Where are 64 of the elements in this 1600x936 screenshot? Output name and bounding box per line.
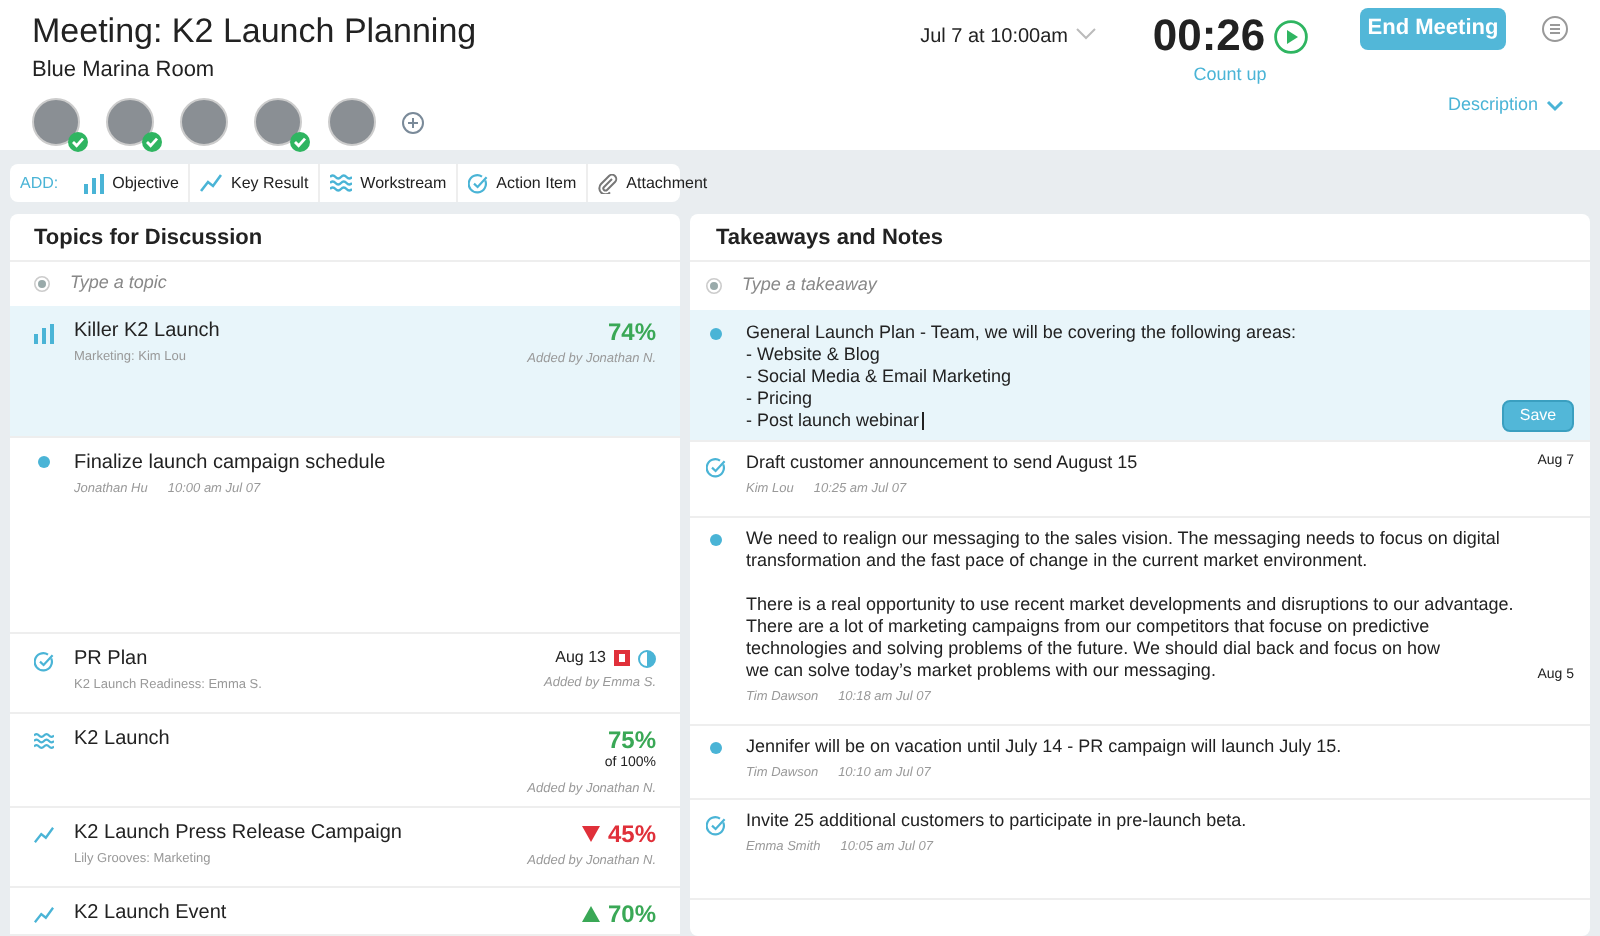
flag-square-icon [614, 650, 630, 666]
play-icon[interactable] [1273, 19, 1308, 53]
paperclip-icon [598, 173, 619, 193]
check-circle-icon [468, 173, 489, 193]
note-editor[interactable]: General Launch Plan - Team, we will be covering the following areas: - Website & Blog - Social Media & Email Marketing - Pricing - Post launch webinar [746, 322, 1482, 432]
toolbar-button[interactable]: Workstream [320, 164, 459, 202]
check-circle-icon [34, 652, 54, 672]
topic-title: K2 Launch Press Release Campaign [74, 820, 404, 846]
toolbar-button[interactable]: Objective [74, 164, 191, 202]
trend-line-icon [34, 826, 54, 844]
avatar[interactable] [254, 98, 302, 146]
toolbar-label: ADD: [20, 171, 59, 195]
up-triangle-icon [581, 906, 600, 922]
topic-title: Killer K2 Launch [74, 318, 222, 344]
dot-icon [710, 328, 722, 340]
avatar[interactable] [106, 98, 154, 146]
chevron-down-icon[interactable] [1076, 28, 1096, 40]
avatar[interactable] [32, 98, 80, 146]
check-circle-icon [706, 458, 726, 478]
progress-percent: 45% [581, 820, 656, 848]
room-name: Blue Marina Room [32, 56, 217, 84]
panel-title: Takeaways and Notes [690, 214, 1590, 262]
due-date: Aug 13 [555, 646, 606, 670]
note-row[interactable]: General Launch Plan - Team, we will be covering the following areas: - Website & Blog - Social Media & Email Marketing - Pricing - Post launch webinar Save [690, 310, 1590, 442]
check-circle-icon [706, 816, 726, 837]
avatar[interactable] [180, 98, 228, 146]
toolbar-button[interactable]: Key Result [190, 164, 321, 202]
timer-display: 00:26 [1152, 10, 1266, 62]
bar-chart-icon [34, 324, 54, 344]
progress-percent: 74% [607, 318, 656, 346]
dot-icon [38, 456, 50, 468]
radio-dot-icon [34, 276, 50, 292]
avatar[interactable] [328, 98, 376, 146]
topic-input[interactable]: Type a topic [70, 270, 656, 298]
toolbar-button[interactable]: Attachment [588, 164, 718, 202]
timer-mode: Count up [1193, 62, 1267, 88]
toolbar-button[interactable]: Action Item [458, 164, 589, 202]
takeaway-input[interactable]: Type a takeaway [742, 272, 1574, 300]
waves-icon [330, 174, 353, 192]
bar-chart-icon [84, 173, 105, 193]
trend-line-icon [34, 906, 54, 924]
topic-title: Finalize launch campaign schedule [74, 450, 388, 476]
note-text: Jennifer will be on vacation until July 14 - PR campaign will launch July 15. [746, 735, 1344, 757]
note-text: We need to realign our messaging to the sales vision. The messaging needs to focus on digital transformation and the fast pace of change in the current market environment. There is a real opportunity to use recent market developments and disruptions to our advantage. There are a lot of marketing campaigns from our competitors that focuse on predictive technologies and solving problems of the future. We should dial back and focus on how we can solve today’s market problems with our messaging. [746, 527, 1516, 682]
topic-title: K2 Launch Event [74, 900, 229, 926]
meeting-title: Meeting: K2 Launch Planning [32, 10, 477, 54]
chevron-down-icon[interactable] [1546, 99, 1564, 112]
waves-icon [34, 732, 54, 750]
progress-percent: 75% [607, 726, 656, 754]
topic-title: K2 Launch [74, 726, 172, 752]
radio-dot-icon [706, 278, 722, 294]
down-triangle-icon [581, 826, 600, 842]
note-text: Draft customer announcement to send August 15 [746, 452, 1140, 474]
trend-line-icon [200, 174, 223, 192]
meeting-date[interactable]: Jul 7 at 10:00am [920, 22, 1068, 52]
add-circle-icon[interactable] [402, 111, 424, 133]
panel-title: Topics for Discussion [10, 214, 680, 262]
menu-icon[interactable] [1542, 16, 1568, 42]
dot-icon [710, 741, 722, 753]
dot-icon [710, 533, 722, 546]
progress-percent: 70% [581, 900, 656, 928]
note-text: Invite 25 additional customers to participate in pre-launch beta. [746, 810, 1249, 833]
topic-title: PR Plan [74, 646, 150, 672]
half-circle-icon [638, 649, 656, 667]
